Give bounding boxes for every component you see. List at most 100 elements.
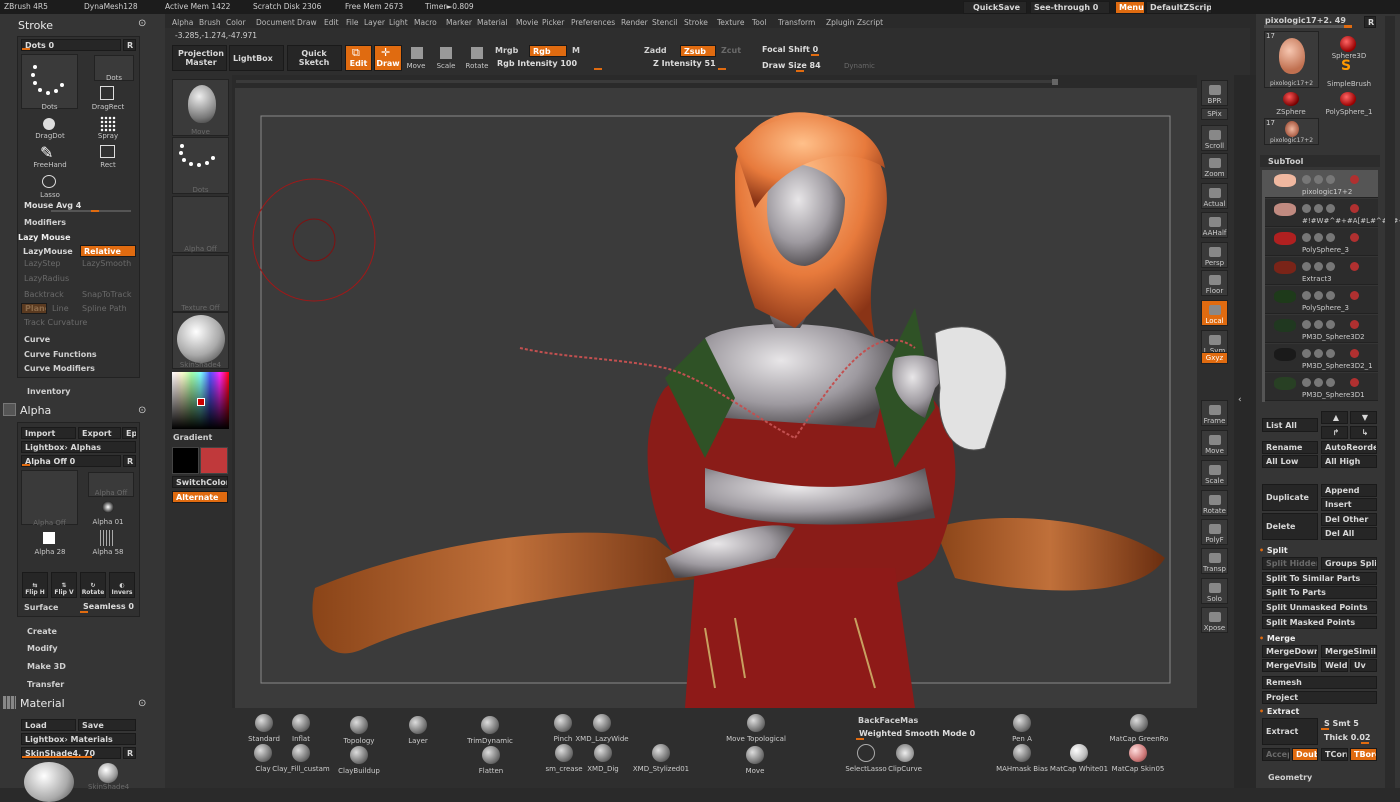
toggle-icon[interactable] [1326, 378, 1335, 387]
duplicate-button[interactable]: Duplicate [1262, 484, 1318, 511]
mouse-avg-slider[interactable]: Mouse Avg 4 [21, 200, 135, 212]
brush-pinch[interactable]: Pinch [551, 714, 575, 743]
toggle-icon[interactable] [1326, 204, 1335, 213]
polysphere-icon[interactable] [1340, 92, 1356, 106]
lazystep-slider[interactable]: LazyStep [24, 259, 61, 268]
split-unmasked-button[interactable]: Split Unmasked Points [1262, 601, 1377, 614]
menu-transform[interactable]: Transform [778, 18, 815, 27]
menu-movie[interactable]: Movie [516, 18, 538, 27]
menu-render[interactable]: Render [621, 18, 648, 27]
curve-functions-menu[interactable]: Curve Functions [24, 350, 97, 359]
visibility-icon[interactable] [1350, 233, 1359, 242]
inventory-menu[interactable]: Inventory [27, 387, 71, 396]
menu-draw[interactable]: Draw [297, 18, 317, 27]
clipcurve-brush[interactable]: ClipCurve [885, 744, 925, 773]
move-up-button[interactable]: ▲ [1321, 411, 1348, 424]
polyf-button[interactable]: PolyF [1201, 519, 1228, 545]
scroll-button[interactable]: Scroll [1201, 125, 1228, 151]
material-title[interactable]: Material [20, 697, 65, 710]
menu-edit[interactable]: Edit [324, 18, 339, 27]
split-masked-button[interactable]: Split Masked Points [1262, 616, 1377, 629]
subtool-item[interactable]: PM3D_Sphere3D1 [1262, 373, 1378, 401]
alpha28-icon[interactable] [43, 532, 55, 544]
autoreorder-button[interactable]: AutoReorder [1321, 441, 1377, 454]
toggle-icon[interactable] [1314, 175, 1323, 184]
actual-button[interactable]: Actual [1201, 183, 1228, 209]
see-through-slider[interactable]: See-through 0 [1030, 1, 1110, 14]
visibility-icon[interactable] [1350, 320, 1359, 329]
tool-name-slider[interactable]: pixologic17+2. 49 [1265, 16, 1346, 25]
rgb-button[interactable]: Rgb [529, 45, 567, 57]
toggle-icon[interactable] [1302, 204, 1311, 213]
project-button[interactable]: Project [1262, 691, 1377, 704]
relative-button[interactable]: Relative [80, 245, 136, 257]
right-tray-scrollbar[interactable] [1385, 16, 1395, 788]
backtrack-button[interactable]: Backtrack [24, 290, 64, 299]
scroll-track[interactable] [236, 80, 1058, 83]
local-button[interactable]: Local [1201, 300, 1228, 326]
menu-material[interactable]: Material [477, 18, 507, 27]
subtool-item[interactable]: PM3D_Sphere3D2_1 [1262, 344, 1378, 372]
dragrect-icon[interactable] [100, 86, 114, 100]
move-mode-button[interactable]: Move [404, 62, 428, 70]
mergevisible-button[interactable]: MergeVisible [1262, 659, 1318, 672]
brush-move[interactable]: Move [740, 746, 770, 775]
secondary-color-swatch[interactable] [172, 447, 199, 474]
brush-xmd-lazywide[interactable]: XMD_LazyWide [573, 714, 631, 743]
toggle-icon[interactable] [1302, 233, 1311, 242]
menu-stroke[interactable]: Stroke [684, 18, 708, 27]
menu-light[interactable]: Light [389, 18, 408, 27]
brush-pen-a[interactable]: Pen A [1003, 714, 1041, 743]
pin-icon[interactable]: ⊙ [138, 405, 146, 416]
subtool-item[interactable]: PolySphere_3 [1262, 286, 1378, 314]
focal-shift-slider[interactable]: Focal Shift 0 [759, 44, 874, 56]
brush-xmd-stylized01[interactable]: XMD_Stylized01 [628, 744, 694, 773]
quicksave-button[interactable]: QuickSave [963, 1, 1027, 14]
menu-zplugin[interactable]: Zplugin [826, 18, 854, 27]
menu-file[interactable]: File [346, 18, 359, 27]
dragdot-icon[interactable] [43, 118, 55, 130]
matcap-white01[interactable]: MatCap White01 [1048, 744, 1110, 773]
scroll-down-button[interactable]: ↳ [1350, 426, 1377, 439]
lazyradius-slider[interactable]: LazyRadius [24, 274, 69, 283]
switchcolor-button[interactable]: SwitchColor [172, 476, 228, 488]
menu-color[interactable]: Color [226, 18, 246, 27]
merge-section[interactable]: • Merge [1259, 634, 1295, 643]
subtool-item[interactable]: PM3D_Sphere3D2 [1262, 315, 1378, 343]
subtool-item[interactable]: PolySphere_3 [1262, 228, 1378, 256]
alpha-lightbox-button[interactable]: Lightbox› Alphas [21, 441, 136, 453]
subtool-item[interactable]: Extract3 [1262, 257, 1378, 285]
material-sphere-preview[interactable] [24, 762, 74, 802]
bpr-button[interactable]: BPR [1201, 80, 1228, 106]
move-button[interactable]: Move [1201, 430, 1228, 456]
simplebrush-icon[interactable]: S [1341, 58, 1351, 74]
m-button[interactable]: M [572, 46, 580, 55]
gxyz-button[interactable]: Gxyz [1201, 352, 1228, 364]
reset-button[interactable]: R [123, 747, 136, 759]
toggle-icon[interactable] [1326, 320, 1335, 329]
material-save-button[interactable]: Save [78, 719, 136, 731]
brush-xmd-dig[interactable]: XMD_Dig [584, 744, 622, 773]
reset-button[interactable]: R [123, 455, 136, 467]
brush-sm-crease[interactable]: sm_crease [540, 744, 588, 773]
dots-slider[interactable]: Dots 0 [21, 39, 121, 51]
extract-button[interactable]: Extract [1262, 718, 1318, 745]
all-low-button[interactable]: All Low [1262, 455, 1318, 468]
groups-split-button[interactable]: Groups Split [1321, 557, 1377, 570]
modifiers-label[interactable]: Modifiers [24, 218, 66, 227]
solo-button[interactable]: Solo [1201, 578, 1228, 604]
menu-texture[interactable]: Texture [717, 18, 744, 27]
scroll-up-button[interactable]: ↱ [1321, 426, 1348, 439]
toggle-icon[interactable] [1302, 349, 1311, 358]
subtool-item[interactable]: #!#W#^#+#A[#L#^#C#+v28 [1262, 199, 1400, 227]
split-section[interactable]: • Split [1259, 546, 1288, 555]
visibility-icon[interactable] [1350, 204, 1359, 213]
zadd-button[interactable]: Zadd [644, 46, 667, 55]
aahalf-button[interactable]: AAHalf [1201, 212, 1228, 238]
toggle-icon[interactable] [1302, 291, 1311, 300]
backface-mask-button[interactable]: BackFaceMas [858, 716, 918, 725]
surface-menu[interactable]: Surface [24, 603, 58, 612]
track-curvature-slider[interactable]: Track Curvature [24, 318, 87, 327]
zsub-button[interactable]: Zsub [680, 45, 716, 57]
tray-divider[interactable] [1234, 75, 1256, 788]
